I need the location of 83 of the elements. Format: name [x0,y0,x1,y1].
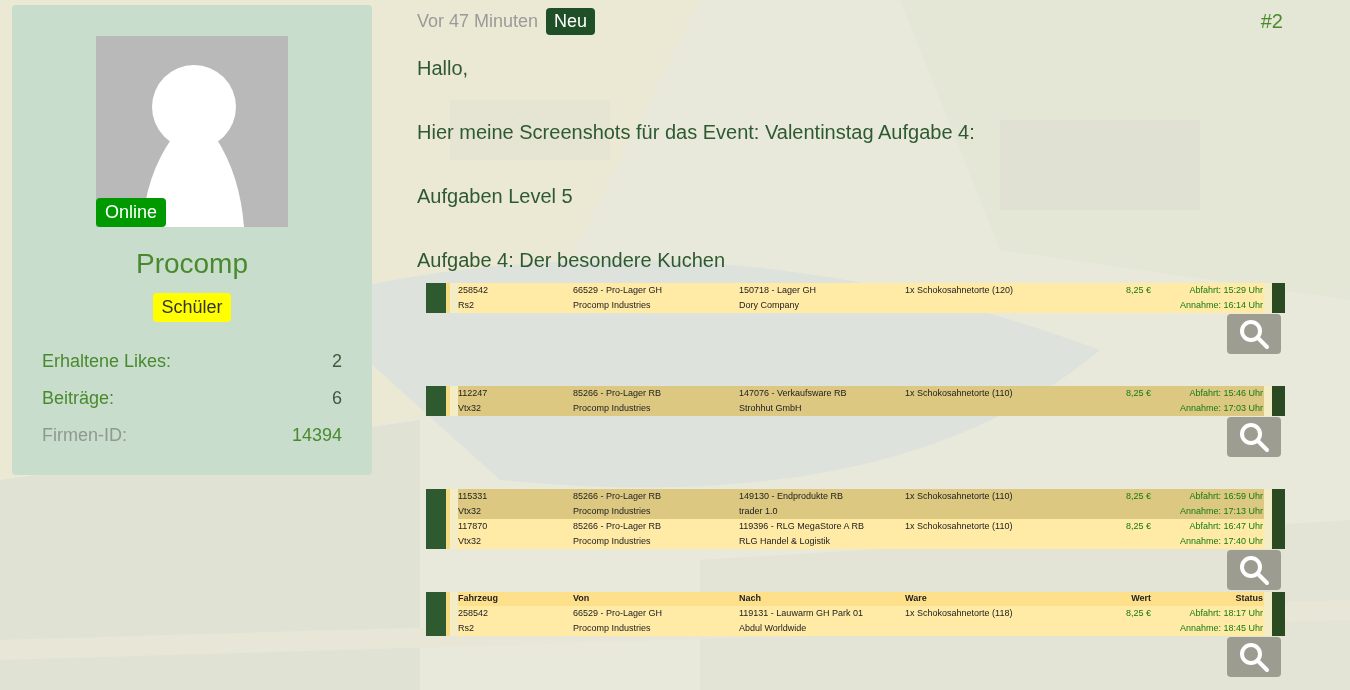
table-cell-text: Annahme: 17:03 Uhr [1178,401,1263,415]
table-cell-text: RLG Handel & Logistik [739,534,832,548]
table-cell-text: 66529 - Pro-Lager GH [573,283,664,297]
search-icon [1238,641,1270,673]
column-header: Fahrzeug [458,592,499,606]
table-cell-text: Annahme: 16:14 Uhr [1178,298,1263,312]
table-cell-text: 8,25 € [1124,489,1151,503]
table-cell-text: Procomp Industries [573,298,652,312]
table-cell-text: 149130 - Endprodukte RB [739,489,845,503]
search-icon [1238,554,1270,586]
table-cell-text: 66529 - Pro-Lager GH [573,606,664,620]
table-cell-text: 85266 - Pro-Lager RB [573,519,663,533]
rank-badge: Schüler [153,293,231,322]
table-cell-text: 85266 - Pro-Lager RB [573,489,663,503]
table-cell-text: 1x Schokosahnetorte (110) [905,489,1014,503]
stat-label: Erhaltene Likes: [42,350,172,373]
table-cell-text: Abdul Worldwide [739,621,808,635]
table-cell-text: 8,25 € [1124,519,1151,533]
table-row[interactable]: 258542 66529 - Pro-Lager GH 119131 - Lauwarm GH Park 01 1x Schokosahnetorte (118) 8,25 € Abfahrt: 18:17 Uhr Rs2 Procomp Industries Abdul Worldwide Annahme: 18:45 Uhr [458,606,1264,636]
table-row[interactable]: 117870 85266 - Pro-Lager RB 119396 - RLG MegaStore A RB 1x Schokosahnetorte (110) 8,25 € Abfahrt: 16:47 Uhr Vtx32 Procomp Industries RLG Handel & Logistik Annahme: 17:40 Uhr [458,519,1264,549]
table-cell-text: 8,25 € [1124,386,1151,400]
column-header: Ware [905,592,928,606]
table-cell-text: Rs2 [458,621,475,635]
column-header: Von [573,592,591,606]
search-icon [1238,421,1270,453]
table-cell-text: Annahme: 17:40 Uhr [1178,534,1263,548]
table-cell-text: 117870 [458,519,489,533]
table-cell-text: Procomp Industries [573,621,652,635]
screenshot[interactable]: Fahrzeug Von Nach Ware Wert Status 258542 66529 - Pro-Lager GH 119131 - Lauwarm GH Park 01 1x Schokosahnetorte (118) 8,25 € Abfahrt: 18:17 Uhr Rs2 Procomp Industries Abdul Worldwide Annahme: 18:45 Uhr [426,592,1285,636]
table-cell-text: 8,25 € [1124,283,1151,297]
table-cell-text: 85266 - Pro-Lager RB [573,386,663,400]
table-cell-text: Abfahrt: 16:59 Uhr [1188,489,1263,503]
table-cell-text: 1x Schokosahnetorte (110) [905,386,1014,400]
table-cell-text: Vtx32 [458,534,482,548]
screenshot[interactable] [426,489,1285,549]
table-cell-text: Annahme: 18:45 Uhr [1178,621,1263,635]
column-header: Nach [739,592,762,606]
table-cell-text: 150718 - Lager GH [739,283,818,297]
search-icon [1238,318,1270,350]
zoom-button[interactable] [1227,314,1281,354]
table-cell-text: 258542 [458,283,490,297]
table-cell-text: Vtx32 [458,504,482,518]
stat-value: 6 [332,387,342,410]
table-cell-text: 258542 [458,606,490,620]
table-cell-text: 1x Schokosahnetorte (118) [905,606,1014,620]
zoom-button[interactable] [1227,417,1281,457]
table-cell-text: Abfahrt: 16:47 Uhr [1188,519,1263,533]
table-row[interactable]: 115331 85266 - Pro-Lager RB 149130 - Endprodukte RB 1x Schokosahnetorte (110) 8,25 € Abfahrt: 16:59 Uhr Vtx32 Procomp Industries trader 1.0 Annahme: 17:13 Uhr [458,489,1264,519]
new-badge: Neu [546,7,596,35]
column-header: Status [1234,592,1263,606]
table-cell-text: 1x Schokosahnetorte (110) [905,519,1014,533]
column-header: Wert [1130,592,1151,606]
zoom-button[interactable] [1227,550,1281,590]
table-cell-text: 8,25 € [1124,606,1151,620]
table-cell-text: Abfahrt: 18:17 Uhr [1188,606,1263,620]
table-cell-text: Procomp Industries [573,401,652,415]
post-paragraph: Aufgabe 4: Der besondere Kuchen [417,248,726,273]
table-cell-text: Rs2 [458,298,475,312]
post-paragraph: Hallo, [417,56,470,81]
table-cell-text: Dory Company [739,298,801,312]
online-badge: Online [96,198,167,227]
table-cell-text: Abfahrt: 15:29 Uhr [1188,283,1263,297]
zoom-button[interactable] [1227,637,1281,677]
post-paragraph: Aufgaben Level 5 [417,184,574,209]
table-cell-text: Abfahrt: 15:46 Uhr [1188,386,1263,400]
post-time: Vor 47 Minuten [417,9,539,33]
table-cell-text: Strohhut GmbH [739,401,803,415]
stat-value: 2 [332,350,342,373]
table-cell-text: trader 1.0 [739,504,779,518]
table-cell-text: 147076 - Verkaufsware RB [739,386,848,400]
table-cell-text: Procomp Industries [573,504,652,518]
table-cell-text: 119131 - Lauwarm GH Park 01 [739,606,864,620]
stat-value: 14394 [291,424,342,447]
table-cell-text: 119396 - RLG MegaStore A RB [739,519,865,533]
stat-label: Beiträge: [42,387,115,410]
table-cell-text: 1x Schokosahnetorte (120) [905,283,1015,297]
post-paragraph: Hier meine Screenshots für das Event: Valentinstag Aufgabe 4: [417,120,976,145]
stat-label: Firmen-ID: [42,424,127,447]
table-cell-text: Annahme: 17:13 Uhr [1178,504,1263,518]
table-cell-text: Procomp Industries [573,534,652,548]
table-cell-text: 115331 [458,489,489,503]
table-cell-text: Vtx32 [458,401,482,415]
table-cell-text: 112247 [458,386,489,400]
